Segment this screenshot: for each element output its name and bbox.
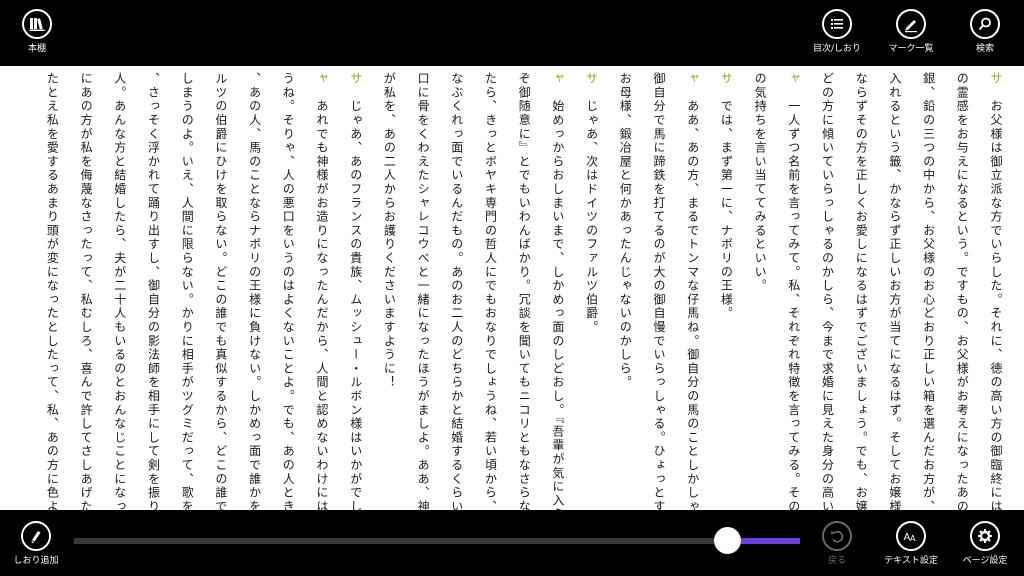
speaker-mark: サ [348,72,363,86]
column-text: にあの方が私を侮蔑なさったって、私むしろ、喜んで許してさしあげたいわ。 [79,72,94,510]
search-icon [970,9,1000,39]
add-bookmark-button[interactable]: しおり追加 [0,521,76,573]
column-text: お父様は御立派な方でいらした。それに、徳の高い方の御臨終には、神様 [989,99,1003,510]
search-label: 検索 [975,44,994,54]
column-text: 一人ずつ名前を言ってみて。私、それぞれ特徴を言ってみる。その口ぶり [786,99,801,510]
slider-track [74,538,800,544]
column-text: あれでも神様がお造りになったんだから、人間と認めないわけにはゆかない [315,99,329,510]
column-text: が私を、あの二人からお護りくださいますように！ [382,72,397,390]
text-column: うね。そりゃ、人の悪口をいうのはよくないことよ。でも、あの人ときたら [280,72,296,510]
pen-icon [896,9,926,39]
column-text: しまうのよ。いえ、人間に限らない。かりに相手がツグミだって、歌を [180,72,195,510]
text-column: なぶくれっ面でいるんだもの。あのお二人のどちらかと結婚するくらいなら、 [449,72,465,510]
toc-bookmark-button[interactable]: 目次/しおり [800,9,874,59]
column-text: うね。そりゃ、人の悪口をいうのはよくないことよ。でも、あの人ときたら [281,72,296,510]
column-text: 始めっからおしまいまで、しかめっ面のしどおし。『吾輩が気に入らぬなら [550,99,565,510]
text-column: 口に骨をくわえたシャレコウベと一緒になったほうがましよ。ああ、神様 [415,72,431,510]
column-text: どの方に傾いていらっしゃるのかしら、今まで求婚に見えた身分の高い殿方の [820,72,835,510]
add-bookmark-label: しおり追加 [13,556,59,566]
column-text: ぞ御随意に』とでもいわんばかり。冗談を聞いてもニコリともなさらない。輪 [517,72,532,510]
text-column: にあの方が私を侮蔑なさったって、私むしろ、喜んで許してさしあげたいわ。 [78,72,94,510]
text-settings-label: テキスト設定 [884,556,938,566]
text-column: 、さっそく浮かれて踊り出すし、御自分の影法師を相手にして剣を振り回 [146,72,162,510]
text-column: の気持ちを言い当ててみるといい。 [752,72,768,510]
marker-list-button[interactable]: マーク一覧 [874,9,948,59]
column-text: お母様、鍛冶屋と何かあったんじゃないのかしら。 [618,72,633,390]
speaker-mark: サ [719,72,734,86]
column-text: 、あの人、馬のことならナポリの王様に負けない。しかめっ面で誰かを睨む [247,72,262,510]
text-column: ャ 始めっからおしまいまで、しかめっ面のしどおし。『吾輩が気に入らぬなら [550,72,566,510]
search-button[interactable]: 検索 [948,9,1022,59]
column-text: たら、きっとボヤキ専門の哲人にでもおなりでしょうね、若い頃から、あんな [483,72,498,510]
bookmark-pen-icon [21,521,51,551]
text-column: サ では、まず第一に、ナポリの王様。 [718,72,734,510]
column-text: 御自分で馬に蹄鉄を打てるのが大の御自慢でいらっしゃる。ひょっとする [652,72,666,510]
column-text: の気持ちを言い当ててみるといい。 [753,72,768,293]
text-column: サ じゃあ、次はドイツのファルツ伯爵。 [584,72,600,510]
text-column: たら、きっとボヤキ専門の哲人にでもおなりでしょうね、若い頃から、あんな [483,72,499,510]
column-text: の霊感をお与えになるという。ですもの、お父様がお考えになったあの箱選び [955,72,970,510]
column-text: たとえ私を愛するあまり頭が変になったとしたって、私、あの方に色よい返事 [45,72,60,510]
text-column: どの方に傾いていらっしゃるのかしら、今まで求婚に見えた身分の高い殿方の [820,72,836,510]
column-text: じゃあ、次はドイツのファルツ伯爵。 [584,99,599,335]
bookshelf-icon [22,9,52,39]
back-button[interactable]: 戻る [797,521,877,573]
speaker-mark: ャ [786,72,801,86]
text-column: お母様、鍛冶屋と何かあったんじゃないのかしら。 [617,72,633,510]
page-progress-slider[interactable] [74,527,800,554]
text-column: 人。あんな方と結婚したら、夫が二十人もいるのとおんなじことになって [112,72,128,510]
text-column: サ お父様は御立派な方でいらした。それに、徳の高い方の御臨終には、神様 [988,72,1004,510]
page-settings-button[interactable]: ページ設定 [945,521,1024,573]
text-column: ぞ御随意に』とでもいわんばかり。冗談を聞いてもニコリともなさらない。輪 [516,72,532,510]
bottom-app-bar: しおり追加 戻る AA テキスト設定 ページ設定 [0,510,1024,576]
reading-page[interactable]: サ お父様は御立派な方でいらした。それに、徳の高い方の御臨終には、神様 の霊感をお… [0,66,1024,510]
font-size-icon: AA [896,521,926,551]
text-column: しまうのよ。いえ、人間に限らない。かりに相手がツグミだって、歌を [179,72,195,510]
column-text: ああ、あの方、まるでトンマな仔馬ね。御自分の馬のことしかしゃべらない [685,99,700,510]
text-column: ルツの伯爵にひけを取らない。どこの誰でも真似するから、どこの誰でもな [213,72,229,510]
text-column: 御自分で馬に蹄鉄を打てるのが大の御自慢でいらっしゃる。ひょっとする [651,72,667,510]
speaker-mark: サ [584,72,599,86]
undo-icon [822,521,852,551]
bookshelf-label: 本棚 [27,44,46,54]
text-column: たとえ私を愛するあまり頭が変になったとしたって、私、あの方に色よい返事 [44,72,60,510]
text-column: 、あの人、馬のことならナポリの王様に負けない。しかめっ面で誰かを睨む [247,72,263,510]
svg-text:A: A [910,534,916,543]
speaker-mark: サ [989,72,1003,86]
column-text: じゃあ、あのフランスの貴族、ムッシュー・ルボン様はいかがでしょう。 [348,99,363,510]
column-text: ならずその方を正しくお愛しになるはずでございましょう。でも、お嬢様の御 [854,72,869,510]
list-icon [822,9,852,39]
text-column: ャ 一人ずつ名前を言ってみて。私、それぞれ特徴を言ってみる。その口ぶり [786,72,802,510]
back-label: 戻る [827,556,846,566]
text-column: が私を、あの二人からお護りくださいますように！ [381,72,397,510]
column-text: なぶくれっ面でいるんだもの。あのお二人のどちらかと結婚するくらいなら、 [449,72,464,510]
text-column: 銀、鉛の三つの中から、お父様のお心どおり正しい箱を選んだお方が、お嬢様 [921,72,937,510]
column-text: 人。あんな方と結婚したら、夫が二十人もいるのとおんなじことになって [112,72,127,510]
column-text: 口に骨をくわえたシャレコウベと一緒になったほうがましよ。ああ、神様 [416,72,431,510]
column-text: 、さっそく浮かれて踊り出すし、御自分の影法師を相手にして剣を振り回 [146,72,161,510]
toc-bookmark-label: 目次/しおり [812,44,862,54]
text-column: ャ ああ、あの方、まるでトンマな仔馬ね。御自分の馬のことしかしゃべらない [685,72,701,510]
column-text: 銀、鉛の三つの中から、お父様のお心どおり正しい箱を選んだお方が、お嬢様 [921,72,936,510]
slider-thumb[interactable] [714,527,741,554]
top-app-bar: 本棚 目次/しおり マーク一覧 検索 [0,0,1024,66]
text-column: の霊感をお与えになるという。ですもの、お父様がお考えになったあの箱選び [954,72,970,510]
text-column: ならずその方を正しくお愛しになるはずでございましょう。でも、お嬢様の御 [853,72,869,510]
marker-list-label: マーク一覧 [888,44,934,54]
text-column: 入れるという籤、かならず正しいお方が当てになるはず。そしてお嬢様御自身 [887,72,903,510]
text-settings-button[interactable]: AA テキスト設定 [871,521,951,573]
column-text: では、まず第一に、ナポリの王様。 [719,99,734,321]
text-column: ャ あれでも神様がお造りになったんだから、人間と認めないわけにはゆかない [314,72,330,510]
bookshelf-button[interactable]: 本棚 [0,9,74,59]
speaker-mark: ャ [315,72,329,86]
speaker-mark: ャ [550,72,565,86]
text-column: サ じゃあ、あのフランスの貴族、ムッシュー・ルボン様はいかがでしょう。 [348,72,364,510]
speaker-mark: ャ [685,72,700,86]
page-settings-label: ページ設定 [962,556,1008,566]
gear-icon [970,521,1000,551]
column-text: ルツの伯爵にひけを取らない。どこの誰でも真似するから、どこの誰でもな [213,72,228,510]
column-text: 入れるという籤、かならず正しいお方が当てになるはず。そしてお嬢様御自身 [887,72,902,510]
